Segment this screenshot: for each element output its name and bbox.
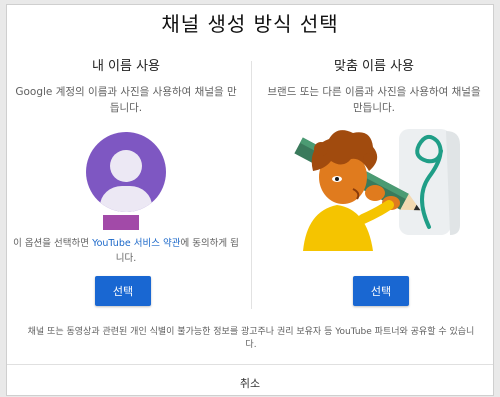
own-name-description: Google 계정의 이름과 사진을 사용하여 채널을 만듭니다. xyxy=(15,86,237,114)
footer-divider xyxy=(7,364,493,365)
terms-notice: 이 옵션을 선택하면 YouTube 서비스 약관에 동의하게 됩니다. xyxy=(13,236,239,266)
terms-of-service-link[interactable]: YouTube 서비스 약관 xyxy=(92,238,180,249)
custom-name-description: 브랜드 또는 다른 이름과 사진을 사용하여 채널을 만듭니다. xyxy=(267,86,481,114)
data-sharing-notice: 채널 또는 동영상과 관련된 개인 식별이 불가능한 정보를 광고주나 권리 보… xyxy=(27,327,475,350)
creator-illustration-icon xyxy=(294,129,460,251)
custom-name-title: 맞춤 이름 사용 xyxy=(333,59,415,74)
select-own-name-button[interactable]: 선택 xyxy=(95,276,151,306)
own-name-title: 내 이름 사용 xyxy=(91,59,161,74)
terms-prefix: 이 옵션을 선택하면 xyxy=(13,238,90,249)
custom-name-option: 맞춤 이름 사용 브랜드 또는 다른 이름과 사진을 사용하여 채널을 만듭니다… xyxy=(255,55,493,116)
select-custom-name-button[interactable]: 선택 xyxy=(353,276,409,306)
cancel-button[interactable]: 취소 xyxy=(7,375,493,391)
dialog-title: 채널 생성 방식 선택 xyxy=(161,12,339,36)
own-name-option: 내 이름 사용 Google 계정의 이름과 사진을 사용하여 채널을 만듭니다… xyxy=(7,55,245,264)
avatar xyxy=(85,131,167,213)
profile-name-swatch xyxy=(103,215,139,230)
create-channel-dialog: 채널 생성 방식 선택 내 이름 사용 Google 계정의 이름과 사진을 사… xyxy=(6,4,494,396)
column-divider xyxy=(251,61,252,309)
account-avatar-icon xyxy=(86,132,166,212)
